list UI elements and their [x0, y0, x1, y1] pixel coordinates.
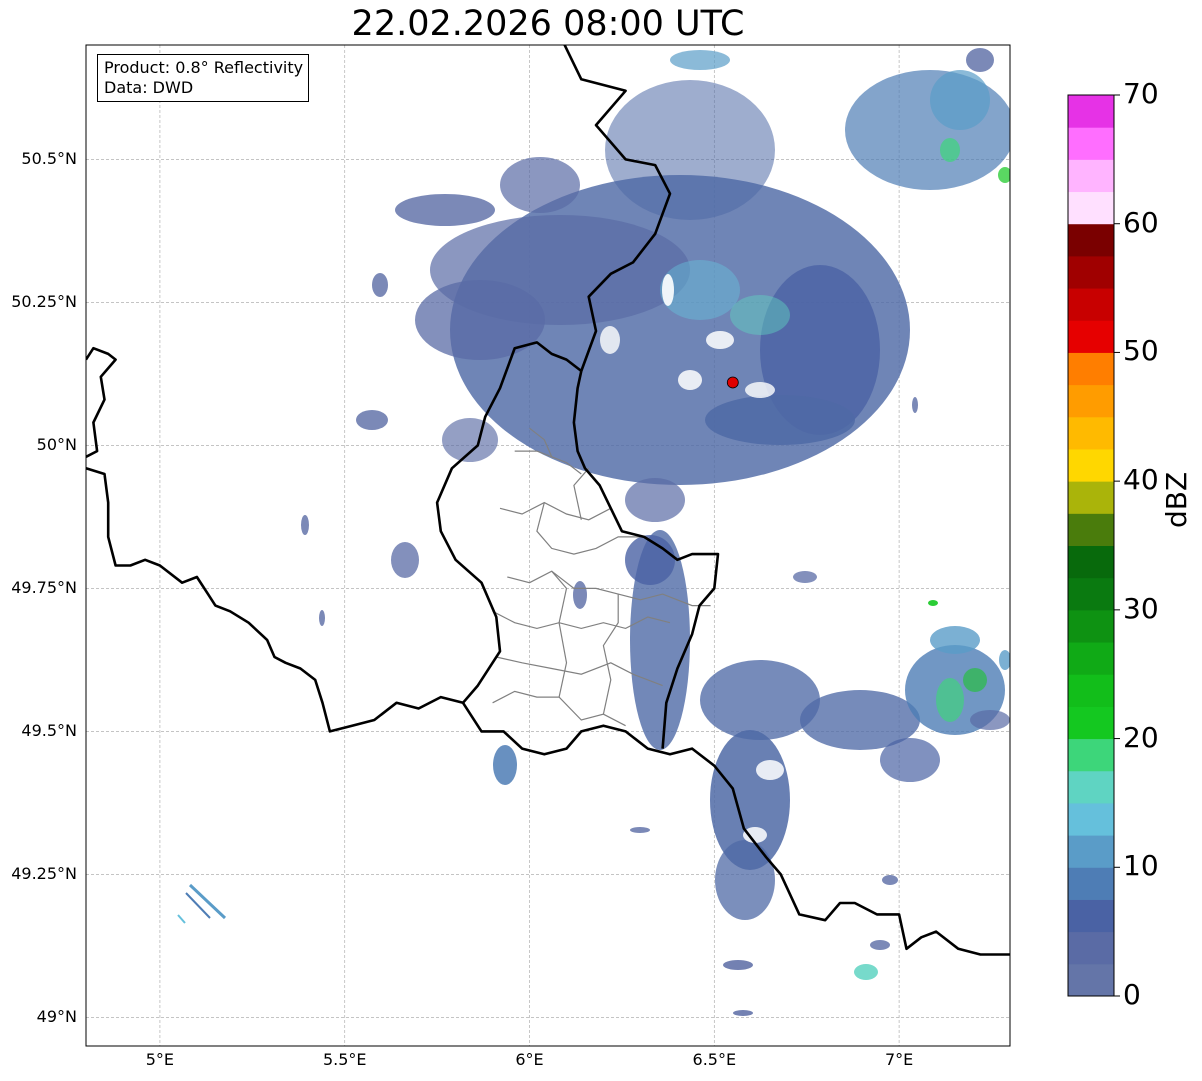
lat-tick-label: 49°N	[36, 1007, 77, 1027]
colorbar-segment	[1068, 320, 1114, 353]
colorbar-segment	[1068, 706, 1114, 740]
colorbar-segment	[1068, 545, 1114, 579]
colorbar-segment	[1068, 899, 1114, 933]
colorbar-segment	[1068, 835, 1114, 868]
lon-tick-label: 6.5°E	[692, 1050, 737, 1069]
lat-tick-label: 49.75°N	[11, 578, 77, 598]
colorbar-tick-label: 0	[1123, 978, 1141, 1011]
colorbar-segment	[1068, 481, 1114, 514]
colorbar-segment	[1068, 513, 1114, 546]
colorbar-segment	[1068, 95, 1114, 128]
lon-tick-label: 5.5°E	[322, 1050, 367, 1069]
colorbar-segment	[1068, 963, 1114, 997]
colorbar-segment	[1068, 738, 1114, 772]
data-source-label: Data: DWD	[104, 78, 194, 97]
radar-site-marker	[726, 376, 739, 389]
colorbar-segment	[1068, 352, 1114, 386]
colorbar-segment	[1068, 448, 1114, 482]
colorbar-segment	[1068, 127, 1114, 160]
lat-tick-label: 49.25°N	[11, 864, 77, 884]
lon-tick-label: 7°E	[884, 1050, 914, 1069]
colorbar-segment	[1068, 288, 1114, 321]
colorbar-segment	[1068, 802, 1114, 836]
colorbar-segment	[1068, 159, 1114, 193]
colorbar-segment	[1068, 191, 1114, 225]
colorbar-segment	[1068, 255, 1114, 289]
map-canvas	[85, 44, 1120, 1047]
colorbar-tick-label: 50	[1123, 334, 1159, 368]
lat-tick-label: 50.5°N	[21, 149, 77, 169]
colorbar-segment	[1068, 931, 1114, 965]
colorbar-segment	[1068, 384, 1114, 418]
colorbar-unit: dBZ	[1160, 471, 1193, 528]
colorbar-segment	[1068, 642, 1114, 675]
colorbar-segment	[1068, 674, 1114, 707]
colorbar-tick-label: 20	[1123, 720, 1159, 754]
colorbar-segment	[1068, 416, 1114, 450]
lat-tick-label: 50.25°N	[11, 292, 77, 312]
colorbar-tick-label: 70	[1123, 77, 1159, 110]
lon-tick-label: 5°E	[145, 1050, 175, 1069]
colorbar-tick-label: 30	[1123, 591, 1159, 625]
colorbar-tick-label: 10	[1123, 849, 1159, 883]
product-label: Product: 0.8° Reflectivity	[104, 58, 304, 77]
colorbar-tick-label: 40	[1123, 463, 1159, 497]
colorbar-segment	[1068, 577, 1114, 611]
map-area	[86, 45, 1010, 1046]
colorbar-segment	[1068, 223, 1114, 257]
lat-tick-label: 50°N	[36, 435, 77, 455]
colorbar-tick-label: 60	[1123, 205, 1159, 239]
colorbar-segment	[1068, 867, 1114, 900]
radar-figure: 22.02.2026 08:00 UTC Product: 0.8° Refle…	[0, 0, 1202, 1081]
colorbar	[1067, 94, 1120, 997]
lon-tick-label: 6°E	[515, 1050, 544, 1069]
colorbar-segment	[1068, 609, 1114, 643]
product-info-box: Product: 0.8° Reflectivity Data: DWD	[97, 54, 310, 102]
lat-tick-label: 49.5°N	[21, 721, 77, 741]
colorbar-segment	[1068, 770, 1114, 804]
